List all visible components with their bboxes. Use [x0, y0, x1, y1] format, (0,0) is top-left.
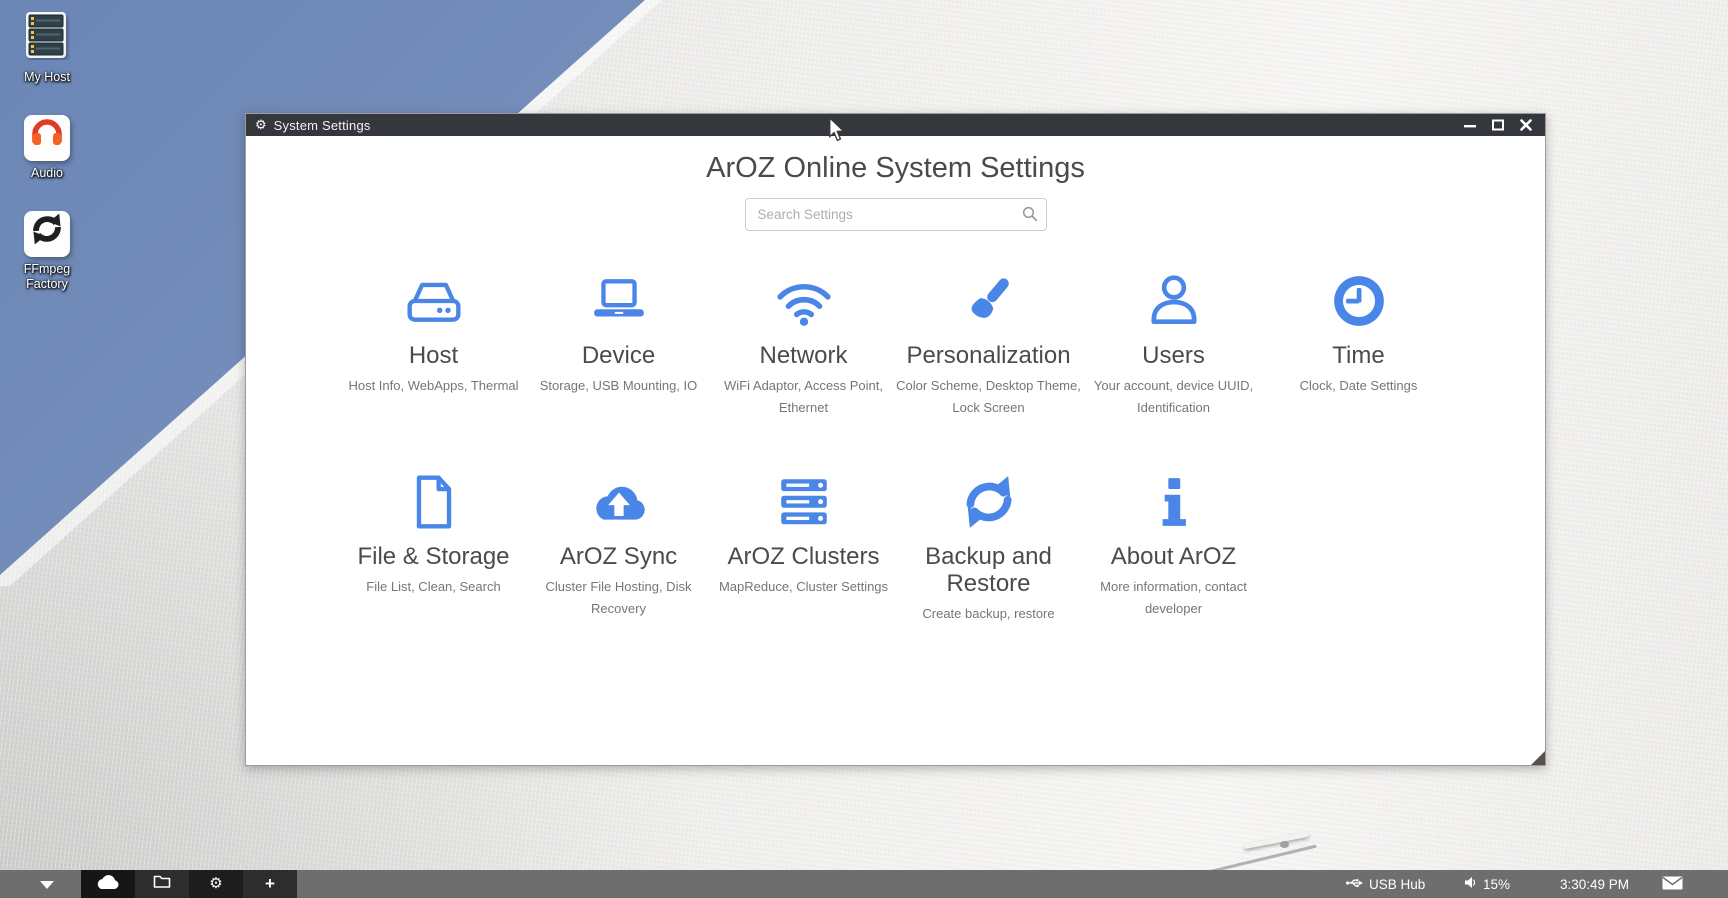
desktop-shortcut-label: FFmpeg Factory	[8, 262, 86, 292]
window-controls	[1463, 118, 1545, 132]
folder-icon	[153, 874, 171, 894]
clock-label: 3:30:49 PM	[1560, 877, 1629, 892]
recycle-icon	[24, 211, 70, 257]
tile-title: Backup and Restore	[896, 543, 1081, 597]
tile-desc: Your account, device UUID, Identificatio…	[1081, 375, 1266, 419]
taskbar-mail-button[interactable]	[1662, 870, 1689, 898]
tile-desc: WiFi Adaptor, Access Point, Ethernet	[711, 375, 896, 419]
mail-icon	[1662, 876, 1689, 893]
settings-tile-users[interactable]: Users Your account, device UUID, Identif…	[1081, 272, 1266, 419]
settings-tile-host[interactable]: Host Host Info, WebApps, Thermal	[341, 272, 526, 419]
file-icon	[405, 473, 463, 531]
settings-tile-device[interactable]: Device Storage, USB Mounting, IO	[526, 272, 711, 419]
tile-desc: More information, contact developer	[1081, 576, 1266, 620]
tile-desc: File List, Clean, Search	[366, 576, 500, 598]
tile-title: About ArOZ	[1111, 543, 1236, 570]
system-settings-window: ⚙ System Settings ArOZ Online System Set…	[245, 113, 1546, 766]
usb-icon	[1346, 877, 1369, 892]
clock-icon	[1330, 272, 1388, 330]
tile-title: Personalization	[906, 342, 1070, 369]
taskbar-settings-button[interactable]: ⚙	[189, 870, 243, 898]
sync-icon	[960, 473, 1018, 531]
settings-tile-about-aroz[interactable]: About ArOZ More information, contact dev…	[1081, 473, 1266, 625]
window-titlebar[interactable]: ⚙ System Settings	[246, 114, 1545, 136]
plus-icon: +	[265, 870, 275, 898]
tile-title: File & Storage	[357, 543, 509, 570]
tile-desc: Cluster File Hosting, Disk Recovery	[526, 576, 711, 620]
window-resize-handle[interactable]	[1531, 751, 1545, 765]
tile-title: Network	[759, 342, 847, 369]
tile-desc: Clock, Date Settings	[1300, 375, 1418, 397]
tile-title: Host	[409, 342, 458, 369]
settings-tile-network[interactable]: Network WiFi Adaptor, Access Point, Ethe…	[711, 272, 896, 419]
desktop-shortcut-label: Audio	[8, 166, 86, 181]
settings-grid-row-1: Host Host Info, WebApps, Thermal Device …	[341, 272, 1451, 419]
wallpaper-pebble	[1280, 841, 1289, 848]
hdd-icon	[405, 272, 463, 330]
desktop-shortcut-ffmpeg[interactable]: FFmpeg Factory	[8, 211, 86, 292]
maximize-button[interactable]	[1491, 118, 1505, 132]
search-box	[745, 198, 1047, 231]
gear-icon: ⚙	[209, 870, 222, 898]
settings-tile-backup-restore[interactable]: Backup and Restore Create backup, restor…	[896, 473, 1081, 625]
laptop-icon	[590, 272, 648, 330]
page-title: ArOZ Online System Settings	[246, 152, 1545, 185]
tile-desc: Create backup, restore	[922, 603, 1054, 625]
taskbar-clock[interactable]: 3:30:49 PM	[1560, 870, 1629, 898]
desktop-icon-column: My Host Audio FFmpeg Factory	[8, 10, 86, 322]
tile-desc: Storage, USB Mounting, IO	[540, 375, 698, 397]
settings-grid-row-2: File & Storage File List, Clean, Search …	[341, 473, 1266, 625]
settings-tile-time[interactable]: Time Clock, Date Settings	[1266, 272, 1451, 419]
user-icon	[1145, 272, 1203, 330]
taskbar-cloud-button[interactable]	[81, 870, 135, 898]
taskbar-volume-status[interactable]: 15%	[1464, 870, 1510, 898]
tile-desc: Color Scheme, Desktop Theme, Lock Screen	[896, 375, 1081, 419]
tile-title: ArOZ Clusters	[727, 543, 879, 570]
taskbar-usb-status[interactable]: USB Hub	[1346, 870, 1425, 898]
settings-tile-aroz-clusters[interactable]: ArOZ Clusters MapReduce, Cluster Setting…	[711, 473, 896, 625]
volume-label: 15%	[1483, 877, 1510, 892]
speaker-icon	[1464, 876, 1483, 892]
close-button[interactable]	[1519, 118, 1533, 132]
gear-icon: ⚙	[255, 114, 267, 136]
taskbar-folder-button[interactable]	[135, 870, 189, 898]
usb-label: USB Hub	[1369, 877, 1425, 892]
tile-title: Device	[582, 342, 655, 369]
settings-tile-aroz-sync[interactable]: ArOZ Sync Cluster File Hosting, Disk Rec…	[526, 473, 711, 625]
settings-tile-personalization[interactable]: Personalization Color Scheme, Desktop Th…	[896, 272, 1081, 419]
settings-tile-file-storage[interactable]: File & Storage File List, Clean, Search	[341, 473, 526, 625]
tile-desc: Host Info, WebApps, Thermal	[348, 375, 518, 397]
window-content: ArOZ Online System Settings	[246, 136, 1545, 765]
info-icon	[1145, 473, 1203, 531]
taskbar: ⚙ + USB Hub 15%	[0, 870, 1728, 898]
search-input[interactable]	[745, 198, 1047, 231]
server-icon	[24, 10, 70, 65]
cloud-upload-icon	[588, 473, 650, 531]
paintbrush-icon	[960, 272, 1018, 330]
tile-desc: MapReduce, Cluster Settings	[719, 576, 888, 598]
headphones-icon	[24, 115, 70, 161]
desktop-shortcut-audio[interactable]: Audio	[8, 115, 86, 181]
taskbar-add-button[interactable]: +	[243, 870, 297, 898]
search-icon	[1022, 206, 1038, 227]
taskbar-caret-down-icon[interactable]	[40, 881, 54, 889]
wallpaper-stick	[1243, 832, 1309, 850]
server-stack-icon	[775, 473, 833, 531]
wifi-icon	[773, 272, 835, 330]
window-title: System Settings	[274, 118, 371, 133]
minimize-button[interactable]	[1463, 118, 1477, 132]
desktop-shortcut-label: My Host	[8, 70, 86, 85]
cloud-icon	[96, 874, 120, 895]
tile-title: Users	[1142, 342, 1205, 369]
desktop-shortcut-my-host[interactable]: My Host	[8, 10, 86, 85]
tile-title: Time	[1332, 342, 1384, 369]
tile-title: ArOZ Sync	[560, 543, 677, 570]
